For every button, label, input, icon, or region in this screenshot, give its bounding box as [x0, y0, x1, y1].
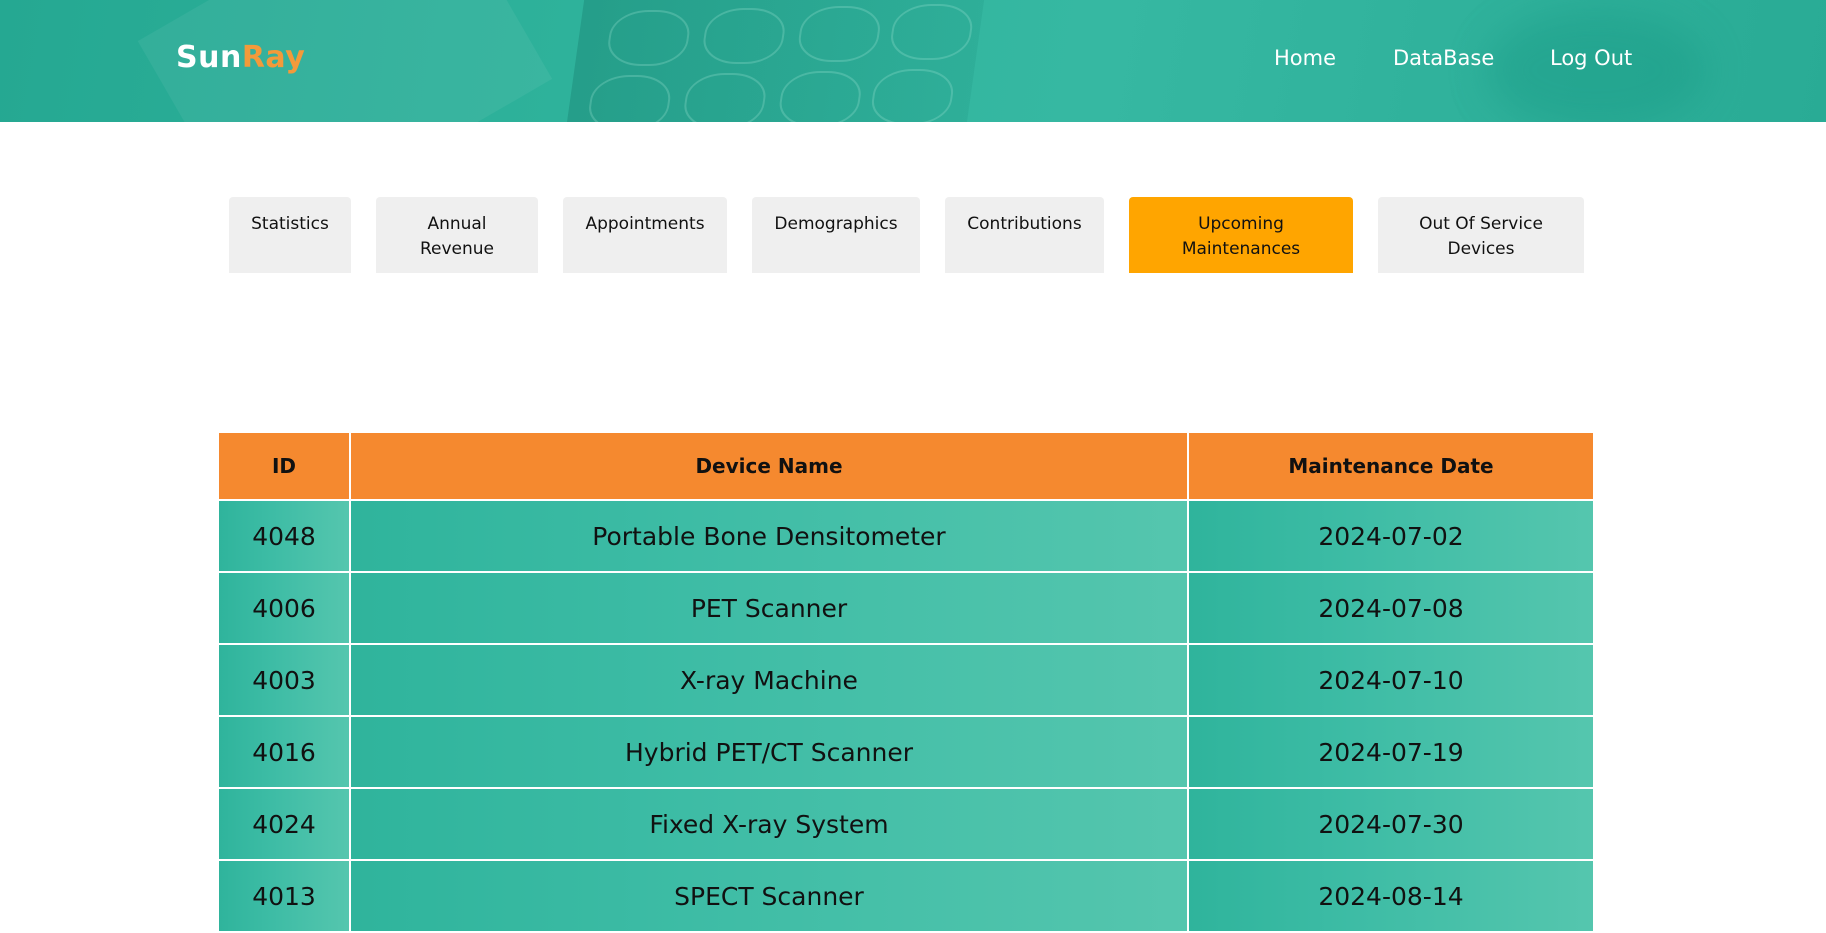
cell-maintenance-date: 2024-07-08: [1187, 571, 1595, 645]
table-row: 4003 X-ray Machine 2024-07-10: [217, 643, 1595, 717]
table-row: 4024 Fixed X-ray System 2024-07-30: [217, 787, 1595, 861]
tab-label: Contributions: [967, 214, 1082, 234]
cell-maintenance-date: 2024-08-14: [1187, 859, 1595, 933]
cell-device-name: Fixed X-ray System: [349, 787, 1189, 861]
tab-demographics[interactable]: Demographics: [752, 197, 920, 273]
tab-upcoming-maintenances[interactable]: Upcoming Maintenances: [1129, 197, 1353, 273]
column-header-device-name: Device Name: [349, 431, 1189, 501]
cell-id: 4024: [217, 787, 351, 861]
cell-device-name: PET Scanner: [349, 571, 1189, 645]
logo-text-sun: Sun: [176, 40, 242, 75]
tab-label: Statistics: [251, 214, 329, 234]
site-header: SunRay Home DataBase Log Out: [0, 0, 1826, 122]
column-header-maintenance-date: Maintenance Date: [1187, 431, 1595, 501]
tab-out-of-service-devices[interactable]: Out Of Service Devices: [1378, 197, 1584, 273]
cell-maintenance-date: 2024-07-19: [1187, 715, 1595, 789]
logo-text-ray: Ray: [241, 40, 306, 75]
cell-id: 4006: [217, 571, 351, 645]
table-row: 4013 SPECT Scanner 2024-08-14: [217, 859, 1595, 933]
tab-label: Out Of Service Devices: [1419, 214, 1543, 259]
table-row: 4016 Hybrid PET/CT Scanner 2024-07-19: [217, 715, 1595, 789]
tab-statistics[interactable]: Statistics: [229, 197, 351, 273]
tab-contributions[interactable]: Contributions: [945, 197, 1104, 273]
cell-id: 4013: [217, 859, 351, 933]
table-row: 4006 PET Scanner 2024-07-08: [217, 571, 1595, 645]
cell-id: 4016: [217, 715, 351, 789]
cell-device-name: Portable Bone Densitometer: [349, 499, 1189, 573]
maintenance-table: ID Device Name Maintenance Date 4048 Por…: [217, 431, 1595, 933]
tab-label: Upcoming Maintenances: [1181, 214, 1301, 259]
report-tabs: Statistics Annual Revenue Appointments D…: [0, 197, 1826, 273]
cell-device-name: SPECT Scanner: [349, 859, 1189, 933]
cell-device-name: Hybrid PET/CT Scanner: [349, 715, 1189, 789]
cell-id: 4048: [217, 499, 351, 573]
cell-id: 4003: [217, 643, 351, 717]
cell-device-name: X-ray Machine: [349, 643, 1189, 717]
tab-annual-revenue[interactable]: Annual Revenue: [376, 197, 538, 273]
site-logo[interactable]: SunRay: [176, 40, 305, 75]
cell-maintenance-date: 2024-07-10: [1187, 643, 1595, 717]
tab-label: Appointments: [585, 214, 705, 234]
header-scan-image: [564, 0, 986, 122]
nav-home-link[interactable]: Home: [1274, 46, 1336, 70]
table-header-row: ID Device Name Maintenance Date: [217, 431, 1595, 501]
nav-logout-link[interactable]: Log Out: [1550, 46, 1632, 70]
tab-label: Annual Revenue: [419, 214, 495, 259]
column-header-id: ID: [217, 431, 351, 501]
cell-maintenance-date: 2024-07-30: [1187, 787, 1595, 861]
nav-database-link[interactable]: DataBase: [1393, 46, 1494, 70]
tab-appointments[interactable]: Appointments: [563, 197, 727, 273]
tab-label: Demographics: [774, 214, 898, 234]
table-row: 4048 Portable Bone Densitometer 2024-07-…: [217, 499, 1595, 573]
cell-maintenance-date: 2024-07-02: [1187, 499, 1595, 573]
